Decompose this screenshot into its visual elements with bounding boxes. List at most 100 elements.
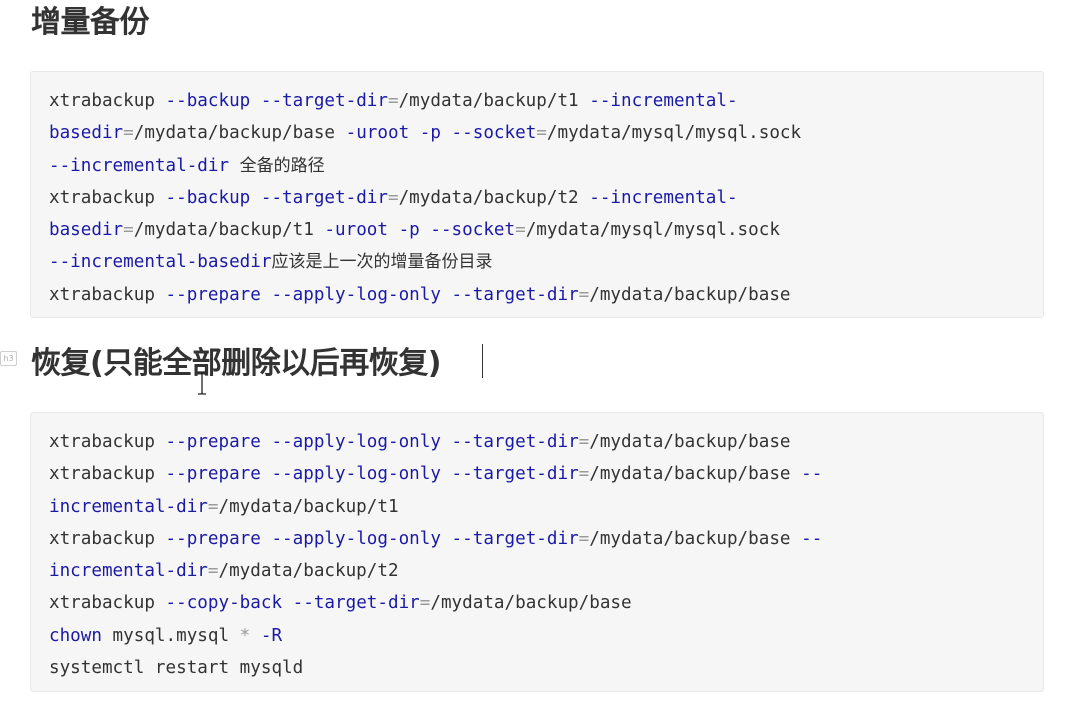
code-token: --prepare xyxy=(165,284,261,305)
code-token: = xyxy=(578,432,590,452)
code-line: xtrabackup --prepare --apply-log-only --… xyxy=(49,426,1043,458)
heading-incremental-backup[interactable]: 增量备份 xyxy=(31,8,150,38)
heading-restore[interactable]: 恢复(只能全部删除以后再恢复) xyxy=(31,349,441,379)
code-token: xtrabackup xyxy=(49,528,166,549)
code-line: basedir=/mydata/backup/t1 -uroot -p --so… xyxy=(49,214,1043,246)
heading-level-badge: h3 xyxy=(0,351,17,366)
code-line: --incremental-dir 全备的路径 xyxy=(49,150,1043,182)
code-token: --incremental- xyxy=(589,187,738,208)
code-token: systemctl restart mysqld xyxy=(49,658,304,679)
code-token: = xyxy=(515,220,526,241)
code-token: --target-dir xyxy=(451,284,579,305)
code-token: /mydata/backup/t1 xyxy=(398,91,590,111)
code-token: --socket xyxy=(430,220,516,241)
code-line: systemctl restart mysqld xyxy=(49,652,1043,684)
code-token: = xyxy=(419,593,431,614)
code-token: xtrabackup xyxy=(49,593,166,614)
code-token: -uroot xyxy=(324,220,388,241)
document-page: 增量备份 xtrabackup --backup --target-dir=/m… xyxy=(0,0,1079,724)
code-token: xtrabackup xyxy=(49,464,166,485)
code-token: mysql.mysql xyxy=(101,625,240,646)
code-token: -- xyxy=(801,528,823,549)
code-token: = xyxy=(578,528,590,549)
code-token: --prepare xyxy=(165,432,261,452)
code-block-incremental-backup[interactable]: xtrabackup --backup --target-dir=/mydata… xyxy=(30,71,1044,318)
ibeam-cursor-icon xyxy=(198,371,206,395)
code-token: = xyxy=(536,123,547,144)
code-line: xtrabackup --copy-back --target-dir=/myd… xyxy=(49,587,1043,619)
code-token: /mydata/backup/base xyxy=(133,123,346,144)
code-token: * xyxy=(239,625,251,646)
code-token: -R xyxy=(260,625,283,646)
code-token: = xyxy=(123,123,134,144)
code-token: xtrabackup xyxy=(49,432,166,452)
code-token: --apply-log-only xyxy=(271,284,441,305)
code-token: --apply-log-only xyxy=(271,432,441,452)
code-token: /mydata/backup/t1 xyxy=(218,496,399,517)
code-line: xtrabackup --backup --target-dir=/mydata… xyxy=(49,182,1043,214)
code-token: = xyxy=(207,561,219,582)
code-line: --incremental-basedir应该是上一次的增量备份目录 xyxy=(49,246,1043,278)
code-token: -- xyxy=(801,464,823,485)
code-line: xtrabackup --prepare --apply-log-only --… xyxy=(49,523,1043,555)
code-token: -uroot xyxy=(345,123,410,144)
code-token: basedir xyxy=(49,220,124,241)
code-token: -p xyxy=(398,220,420,241)
code-line: xtrabackup --prepare --apply-log-only --… xyxy=(49,458,1043,490)
code-token: xtrabackup xyxy=(49,91,166,111)
code-token: = xyxy=(387,187,399,208)
code-token: chown xyxy=(49,625,102,646)
code-token: --backup xyxy=(165,187,251,208)
code-token: /mydata/backup/base xyxy=(430,593,632,614)
code-token: /mydata/backup/base xyxy=(589,464,802,485)
code-token: /mydata/backup/t2 xyxy=(218,561,399,582)
code-token: --target-dir xyxy=(260,187,388,208)
code-token: incremental-dir xyxy=(49,496,208,517)
code-token: --incremental-dir xyxy=(49,155,230,176)
code-token: /mydata/backup/base xyxy=(589,284,791,305)
code-token: --target-dir xyxy=(292,593,420,614)
code-token: --target-dir xyxy=(451,464,579,485)
code-token: --prepare xyxy=(165,464,261,485)
code-token: --target-dir xyxy=(451,528,579,549)
code-token: /mydata/mysql/mysql.sock xyxy=(546,123,802,144)
code-line: chown mysql.mysql * -R xyxy=(49,620,1043,652)
code-line: xtrabackup --prepare --apply-log-only --… xyxy=(49,279,1043,311)
code-token: /mydata/backup/base xyxy=(589,432,791,452)
code-token: = xyxy=(123,220,134,241)
code-token: xtrabackup xyxy=(49,284,166,305)
code-token: --prepare xyxy=(165,528,261,549)
code-token: -p xyxy=(419,123,441,144)
code-block-restore[interactable]: xtrabackup --prepare --apply-log-only --… xyxy=(30,412,1044,692)
code-token: --target-dir xyxy=(260,91,388,111)
code-token: 全备的路径 xyxy=(239,155,325,176)
text-cursor xyxy=(482,344,483,378)
code-token: incremental-dir xyxy=(49,561,208,582)
code-line: incremental-dir=/mydata/backup/t1 xyxy=(49,491,1043,523)
code-token: --incremental- xyxy=(589,91,738,111)
code-line: basedir=/mydata/backup/base -uroot -p --… xyxy=(49,117,1043,149)
code-token: --apply-log-only xyxy=(271,464,441,485)
code-token: /mydata/mysql/mysql.sock xyxy=(525,220,780,241)
code-token: basedir xyxy=(49,123,124,144)
code-token: = xyxy=(578,284,590,305)
code-token: --backup xyxy=(165,91,251,111)
code-line: xtrabackup --backup --target-dir=/mydata… xyxy=(49,85,1043,117)
code-token: = xyxy=(578,464,590,485)
code-token: /mydata/backup/t1 xyxy=(133,220,325,241)
code-token: xtrabackup xyxy=(49,187,166,208)
code-token: --incremental-basedir xyxy=(49,252,272,273)
